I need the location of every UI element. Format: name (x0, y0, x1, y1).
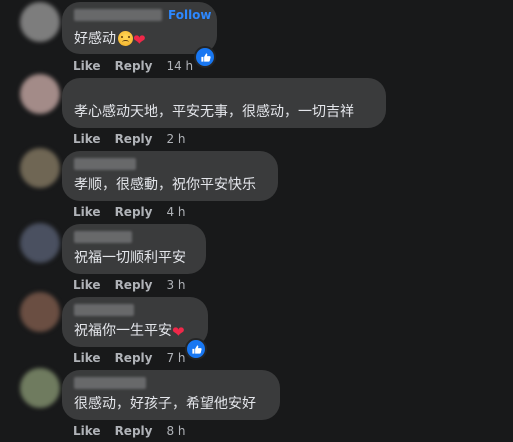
comment-bubble: Follow 好感动 ❤ (62, 2, 217, 54)
comment-text: 祝福你一生平安 (74, 323, 172, 339)
like-button[interactable]: Like (73, 59, 101, 73)
author-name[interactable] (74, 9, 162, 21)
author-name[interactable] (74, 377, 146, 389)
comment-actions: Like Reply 2 h (73, 132, 186, 146)
author-row: Follow (74, 8, 212, 22)
comment-text-row: 好感动 ❤ (74, 30, 146, 48)
avatar[interactable] (20, 2, 60, 42)
comment-text: 祝福一切顺利平安 (74, 250, 186, 266)
comment-actions: Like Reply 3 h (73, 278, 186, 292)
comment-text: 孝顺，很感動，祝你平安快乐 (74, 177, 256, 193)
like-button[interactable]: Like (73, 278, 101, 292)
author-row (74, 157, 136, 171)
timestamp[interactable]: 4 h (166, 205, 185, 219)
avatar[interactable] (20, 74, 60, 114)
timestamp[interactable]: 7 h (166, 351, 185, 365)
avatar[interactable] (20, 368, 60, 408)
timestamp[interactable]: 14 h (166, 59, 193, 73)
reply-button[interactable]: Reply (115, 424, 153, 438)
timestamp[interactable]: 3 h (166, 278, 185, 292)
author-row (74, 303, 134, 317)
red-heart-icon: ❤ (172, 323, 185, 341)
reply-button[interactable]: Reply (115, 351, 153, 365)
comment-bubble: 很感动，好孩子，希望他安好 (62, 370, 280, 420)
comment-actions: Like Reply 14 h (73, 59, 193, 73)
comment-bubble: 祝福你一生平安❤ (62, 297, 208, 347)
like-button[interactable]: Like (73, 424, 101, 438)
sad-face-icon (118, 31, 133, 46)
timestamp[interactable]: 2 h (166, 132, 185, 146)
comment-text: 好感动 (74, 31, 116, 47)
comment-text: 很感动，好孩子，希望他安好 (74, 396, 256, 412)
comment-thread: Follow 好感动 ❤ Like Reply 14 h 孝心感动天地，平安无事，… (0, 0, 513, 442)
comment-actions: Like Reply 7 h (73, 351, 186, 365)
timestamp[interactable]: 8 h (166, 424, 185, 438)
reply-button[interactable]: Reply (115, 59, 153, 73)
like-reaction-icon[interactable] (194, 46, 216, 68)
author-name[interactable] (74, 231, 132, 243)
avatar[interactable] (20, 292, 60, 332)
reply-button[interactable]: Reply (115, 132, 153, 146)
author-row (74, 376, 146, 390)
avatar[interactable] (20, 148, 60, 188)
follow-button[interactable]: Follow (168, 8, 212, 22)
comment-text: 孝心感动天地，平安无事，很感动，一切吉祥 (74, 104, 354, 120)
comment-bubble: 孝顺，很感動，祝你平安快乐 (62, 151, 278, 201)
comment-bubble: 孝心感动天地，平安无事，很感动，一切吉祥 (62, 78, 386, 128)
author-name[interactable] (74, 158, 136, 170)
avatar[interactable] (20, 223, 60, 263)
like-reaction-icon[interactable] (185, 338, 207, 360)
reply-button[interactable]: Reply (115, 278, 153, 292)
red-heart-icon: ❤ (133, 31, 146, 49)
comment-text-row: 祝福你一生平安❤ (74, 322, 185, 340)
reply-button[interactable]: Reply (115, 205, 153, 219)
like-button[interactable]: Like (73, 351, 101, 365)
author-name[interactable] (74, 304, 134, 316)
author-row (74, 230, 132, 244)
like-button[interactable]: Like (73, 205, 101, 219)
comment-actions: Like Reply 4 h (73, 205, 186, 219)
comment-actions: Like Reply 8 h (73, 424, 186, 438)
comment-bubble: 祝福一切顺利平安 (62, 224, 206, 274)
like-button[interactable]: Like (73, 132, 101, 146)
